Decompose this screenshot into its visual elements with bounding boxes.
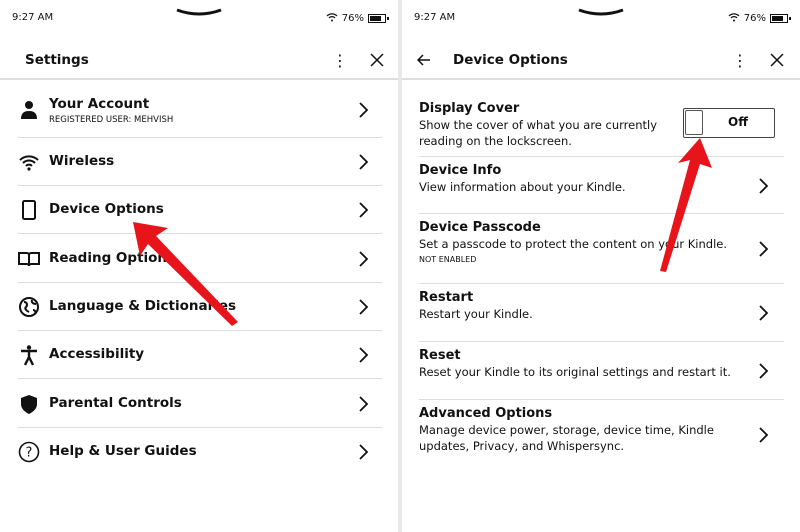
chevron-right-icon [359,444,368,460]
battery-percent: 76% [743,13,766,24]
toggle-knob [685,110,703,135]
quick-actions-handle[interactable] [175,8,223,18]
settings-item-label: Parental Controls [49,394,182,411]
settings-item-label: Wireless [49,153,115,169]
wifi-icon [19,155,39,171]
toggle-state: Off [728,115,748,129]
option-label: Restart [419,290,474,305]
option-label: Reset [419,348,461,363]
settings-item-subtitle: REGISTERED USER: MEHVISH [49,115,174,125]
chevron-right-icon [759,241,768,257]
option-description: View information about your Kindle. [419,180,626,194]
chevron-right-icon [359,154,368,170]
option-label: Display Cover [419,101,520,116]
chevron-right-icon [359,202,368,218]
option-label: Device Info [419,163,502,178]
chevron-right-icon [759,177,768,194]
settings-item-help-user-guides[interactable]: ? Help & User Guides [18,428,382,476]
close-icon[interactable] [367,50,387,70]
wifi-status-icon [728,12,740,25]
person-icon [21,101,37,119]
chevron-right-icon [359,102,368,118]
page-title: Device Options [453,52,568,68]
chevron-right-icon [359,347,368,363]
settings-item-label: Accessibility [49,346,145,362]
back-arrow-icon[interactable] [414,50,434,70]
globe-icon [19,297,39,317]
display-cover-toggle[interactable]: Off [683,108,775,138]
settings-item-label: Device Options [49,201,164,217]
chevron-right-icon [759,427,768,443]
settings-item-device-options[interactable]: Device Options [18,186,382,234]
battery-percent: 76% [341,13,364,24]
settings-item-wireless[interactable]: Wireless [18,138,382,186]
device-option-advanced-options[interactable]: Advanced Options Manage device power, st… [419,400,784,470]
option-label: Advanced Options [419,406,553,421]
settings-header: Settings ⋮ [0,40,398,80]
settings-item-your-account[interactable]: Your Account REGISTERED USER: MEHVISH [18,82,382,138]
more-menu-icon[interactable]: ⋮ [730,50,750,70]
chevron-right-icon [359,395,368,412]
settings-item-label: Your Account [49,96,150,112]
option-description: Restart your Kindle. [419,307,533,321]
svg-text:?: ? [26,446,33,461]
device-option-reset[interactable]: Reset Reset your Kindle to its original … [419,342,784,400]
settings-item-reading-options[interactable]: Reading Options [18,234,382,283]
settings-item-accessibility[interactable]: Accessibility [18,331,382,379]
clock: 9:27 AM [414,12,456,23]
settings-item-parental-controls[interactable]: Parental Controls [18,379,382,428]
passcode-status: NOT ENABLED [419,255,477,264]
chevron-right-icon [759,305,768,321]
option-description: Show the cover of what you are currently… [419,118,658,148]
clock: 9:27 AM [12,12,54,23]
more-menu-icon[interactable]: ⋮ [330,50,350,70]
wifi-status-icon [326,12,338,25]
option-description: Manage device power, storage, device tim… [419,423,714,453]
close-icon[interactable] [767,50,787,70]
device-options-header: Device Options ⋮ [402,40,800,80]
book-icon [18,251,40,266]
settings-item-label: Language & Dictionaries [49,298,237,314]
quick-actions-handle[interactable] [577,8,625,18]
device-option-device-info[interactable]: Device Info View information about your … [419,157,784,214]
option-label: Device Passcode [419,220,541,235]
shield-icon [21,394,37,414]
page-title: Settings [25,52,89,68]
settings-item-language-dictionaries[interactable]: Language & Dictionaries [18,283,382,331]
chevron-right-icon [359,250,368,267]
battery-icon [368,14,389,23]
settings-screen: 9:27 AM 76% Settings ⋮ Your Account REGI… [0,0,398,532]
settings-item-label: Help & User Guides [49,443,197,459]
device-option-display-cover: Display Cover Show the cover of what you… [419,95,784,157]
chevron-right-icon [759,363,768,379]
accessibility-icon [21,345,37,366]
device-option-device-passcode[interactable]: Device Passcode Set a passcode to protec… [419,214,784,284]
battery-icon [770,14,791,23]
help-icon: ? [18,441,40,463]
device-icon [22,200,36,220]
device-options-screen: 9:27 AM 76% Device Options ⋮ Display Cov… [402,0,800,532]
option-description: Reset your Kindle to its original settin… [419,365,731,379]
chevron-right-icon [359,299,368,315]
settings-item-label: Reading Options [49,249,176,266]
device-option-restart[interactable]: Restart Restart your Kindle. [419,284,784,342]
option-description: Set a passcode to protect the content on… [419,237,728,251]
